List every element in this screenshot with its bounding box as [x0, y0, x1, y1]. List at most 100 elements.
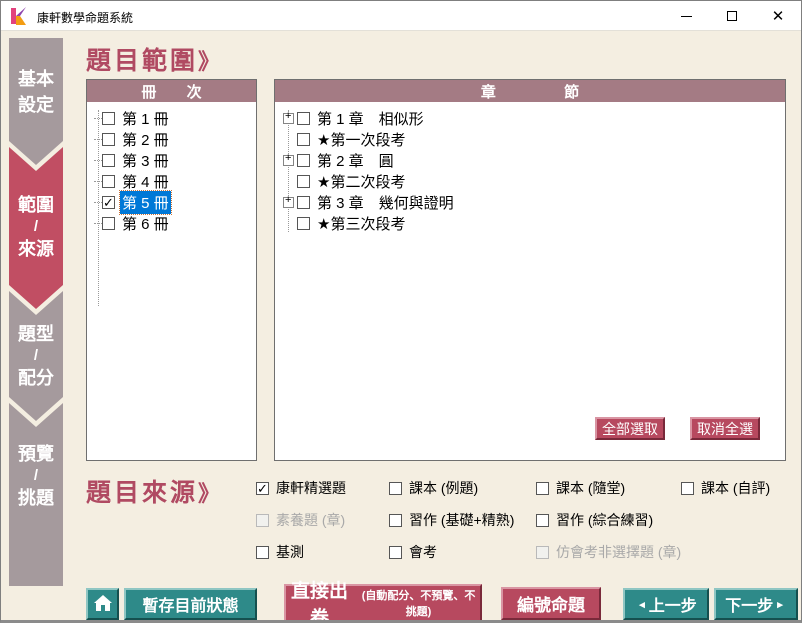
checkbox[interactable]: [297, 175, 310, 188]
checkbox[interactable]: [681, 482, 694, 495]
tab-basic-settings[interactable]: 基本 設定: [9, 38, 63, 165]
volume-row[interactable]: 第 5 冊: [87, 192, 256, 213]
right-arrow-icon: ▸: [777, 598, 783, 611]
checkbox[interactable]: [102, 133, 115, 146]
tab-label-line: 預覽: [18, 441, 54, 467]
source-label: 習作 (基礎+精熟): [409, 510, 514, 530]
save-state-button[interactable]: 暫存目前狀態: [124, 588, 257, 620]
volume-label[interactable]: 第 6 冊: [120, 212, 171, 235]
deselect-all-button[interactable]: 取消全選: [690, 417, 760, 440]
previous-step-button[interactable]: ◂ 上一步: [623, 588, 709, 620]
scope-heading-text: 題目範圍: [86, 47, 198, 75]
source-item-mock-nonchoice: 仿會考非選擇題 (章): [536, 544, 681, 560]
volumes-header: 冊 次: [87, 80, 256, 102]
chapter-label[interactable]: 第 2 章 圓: [315, 149, 396, 172]
volume-label[interactable]: 第 1 冊: [120, 107, 171, 130]
checkbox[interactable]: [389, 482, 402, 495]
scope-section-title: 題目範圍》: [86, 41, 220, 77]
tab-preview-pick[interactable]: 預覽 / 挑題: [9, 403, 63, 586]
home-button[interactable]: [86, 588, 119, 620]
volume-row[interactable]: 第 2 冊: [87, 129, 256, 150]
volume-row[interactable]: 第 6 冊: [87, 213, 256, 234]
checkbox[interactable]: [389, 546, 402, 559]
direct-exam-note: (自動配分、不預覽、不挑題): [357, 587, 480, 619]
expand-icon[interactable]: [283, 155, 294, 166]
volume-row[interactable]: 第 1 冊: [87, 108, 256, 129]
checkbox[interactable]: [256, 546, 269, 559]
chapter-label[interactable]: ★第二次段考: [315, 170, 407, 193]
checkbox[interactable]: [102, 217, 115, 230]
direct-exam-label: 直接出卷: [286, 576, 353, 623]
volume-row[interactable]: 第 4 冊: [87, 171, 256, 192]
source-item-exam[interactable]: 會考: [389, 544, 437, 560]
expand-icon[interactable]: [283, 113, 294, 124]
chapter-label[interactable]: ★第一次段考: [315, 128, 407, 151]
source-item-textbook-inclass[interactable]: 課本 (隨堂): [536, 480, 625, 496]
chapter-label[interactable]: ★第三次段考: [315, 212, 407, 235]
app-window: 康軒數學命題系統 ✕ 基本 設定 範圍 / 來源 題型 / 配分 預覽 / 挑題…: [0, 0, 802, 623]
tab-label-line: 範圍: [18, 192, 54, 218]
close-icon: ✕: [772, 9, 785, 24]
volume-label[interactable]: 第 5 冊: [120, 191, 171, 214]
source-label: 基測: [276, 542, 304, 562]
chapter-row[interactable]: 第 1 章 相似形: [275, 108, 785, 129]
checkbox: [256, 514, 269, 527]
checkbox[interactable]: [102, 196, 115, 209]
tab-label-line: /: [34, 218, 38, 236]
chapter-row[interactable]: 第 3 章 幾何與證明: [275, 192, 785, 213]
close-button[interactable]: ✕: [755, 1, 801, 31]
chapter-label[interactable]: 第 3 章 幾何與證明: [315, 191, 456, 214]
chapter-row[interactable]: ★第一次段考: [275, 129, 785, 150]
checkbox[interactable]: [536, 514, 549, 527]
checkbox[interactable]: [536, 482, 549, 495]
tab-label-line: 基本: [18, 66, 54, 92]
tab-label-line: 配分: [18, 365, 54, 391]
checkbox[interactable]: [256, 482, 269, 495]
checkbox[interactable]: [389, 514, 402, 527]
maximize-button[interactable]: [709, 1, 755, 31]
source-item-basic-test[interactable]: 基測: [256, 544, 304, 560]
checkbox[interactable]: [102, 175, 115, 188]
tab-question-type[interactable]: 題型 / 配分: [9, 291, 63, 421]
source-item-kangxuan[interactable]: 康軒精選題: [256, 480, 346, 496]
tree-stub: [94, 118, 102, 119]
source-item-workbook-comprehensive[interactable]: 習作 (綜合練習): [536, 512, 653, 528]
checkbox[interactable]: [297, 196, 310, 209]
source-item-workbook-basic[interactable]: 習作 (基礎+精熟): [389, 512, 514, 528]
source-label: 課本 (例題): [409, 478, 478, 498]
tab-scope-source[interactable]: 範圍 / 來源: [9, 147, 63, 309]
checkbox[interactable]: [297, 133, 310, 146]
tab-label-line: 挑題: [18, 485, 54, 511]
chapters-tree: 第 1 章 相似形 ★第一次段考 第 2 章 圓 ★第二次段考: [275, 102, 785, 234]
next-step-button[interactable]: 下一步 ▸: [714, 588, 798, 620]
tab-label-line: /: [34, 467, 38, 485]
app-logo-icon: [10, 7, 28, 25]
source-label: 課本 (自評): [701, 478, 770, 498]
minimize-icon: [681, 16, 692, 17]
source-item-textbook-selfcheck[interactable]: 課本 (自評): [681, 480, 770, 496]
checkbox[interactable]: [297, 154, 310, 167]
checkbox[interactable]: [297, 217, 310, 230]
checkbox[interactable]: [297, 112, 310, 125]
expand-icon[interactable]: [283, 197, 294, 208]
maximize-icon: [727, 11, 737, 21]
volume-row[interactable]: 第 3 冊: [87, 150, 256, 171]
checkbox[interactable]: [102, 112, 115, 125]
chapter-row[interactable]: ★第二次段考: [275, 171, 785, 192]
checkbox[interactable]: [102, 154, 115, 167]
numbered-exam-button[interactable]: 編號命題: [501, 587, 601, 620]
chapter-row[interactable]: 第 2 章 圓: [275, 150, 785, 171]
tree-stub: [94, 181, 102, 182]
volume-label[interactable]: 第 3 冊: [120, 149, 171, 172]
chapter-label[interactable]: 第 1 章 相似形: [315, 107, 426, 130]
volume-label[interactable]: 第 4 冊: [120, 170, 171, 193]
select-all-button[interactable]: 全部選取: [595, 417, 665, 440]
chapter-row[interactable]: ★第三次段考: [275, 213, 785, 234]
direct-exam-button[interactable]: 直接出卷 (自動配分、不預覽、不挑題): [284, 584, 482, 622]
source-item-textbook-example[interactable]: 課本 (例題): [389, 480, 478, 496]
volume-label[interactable]: 第 2 冊: [120, 128, 171, 151]
tab-label-line: /: [34, 347, 38, 365]
chapters-header: 章 節: [275, 80, 785, 102]
minimize-button[interactable]: [663, 1, 709, 31]
source-label: 會考: [409, 542, 437, 562]
